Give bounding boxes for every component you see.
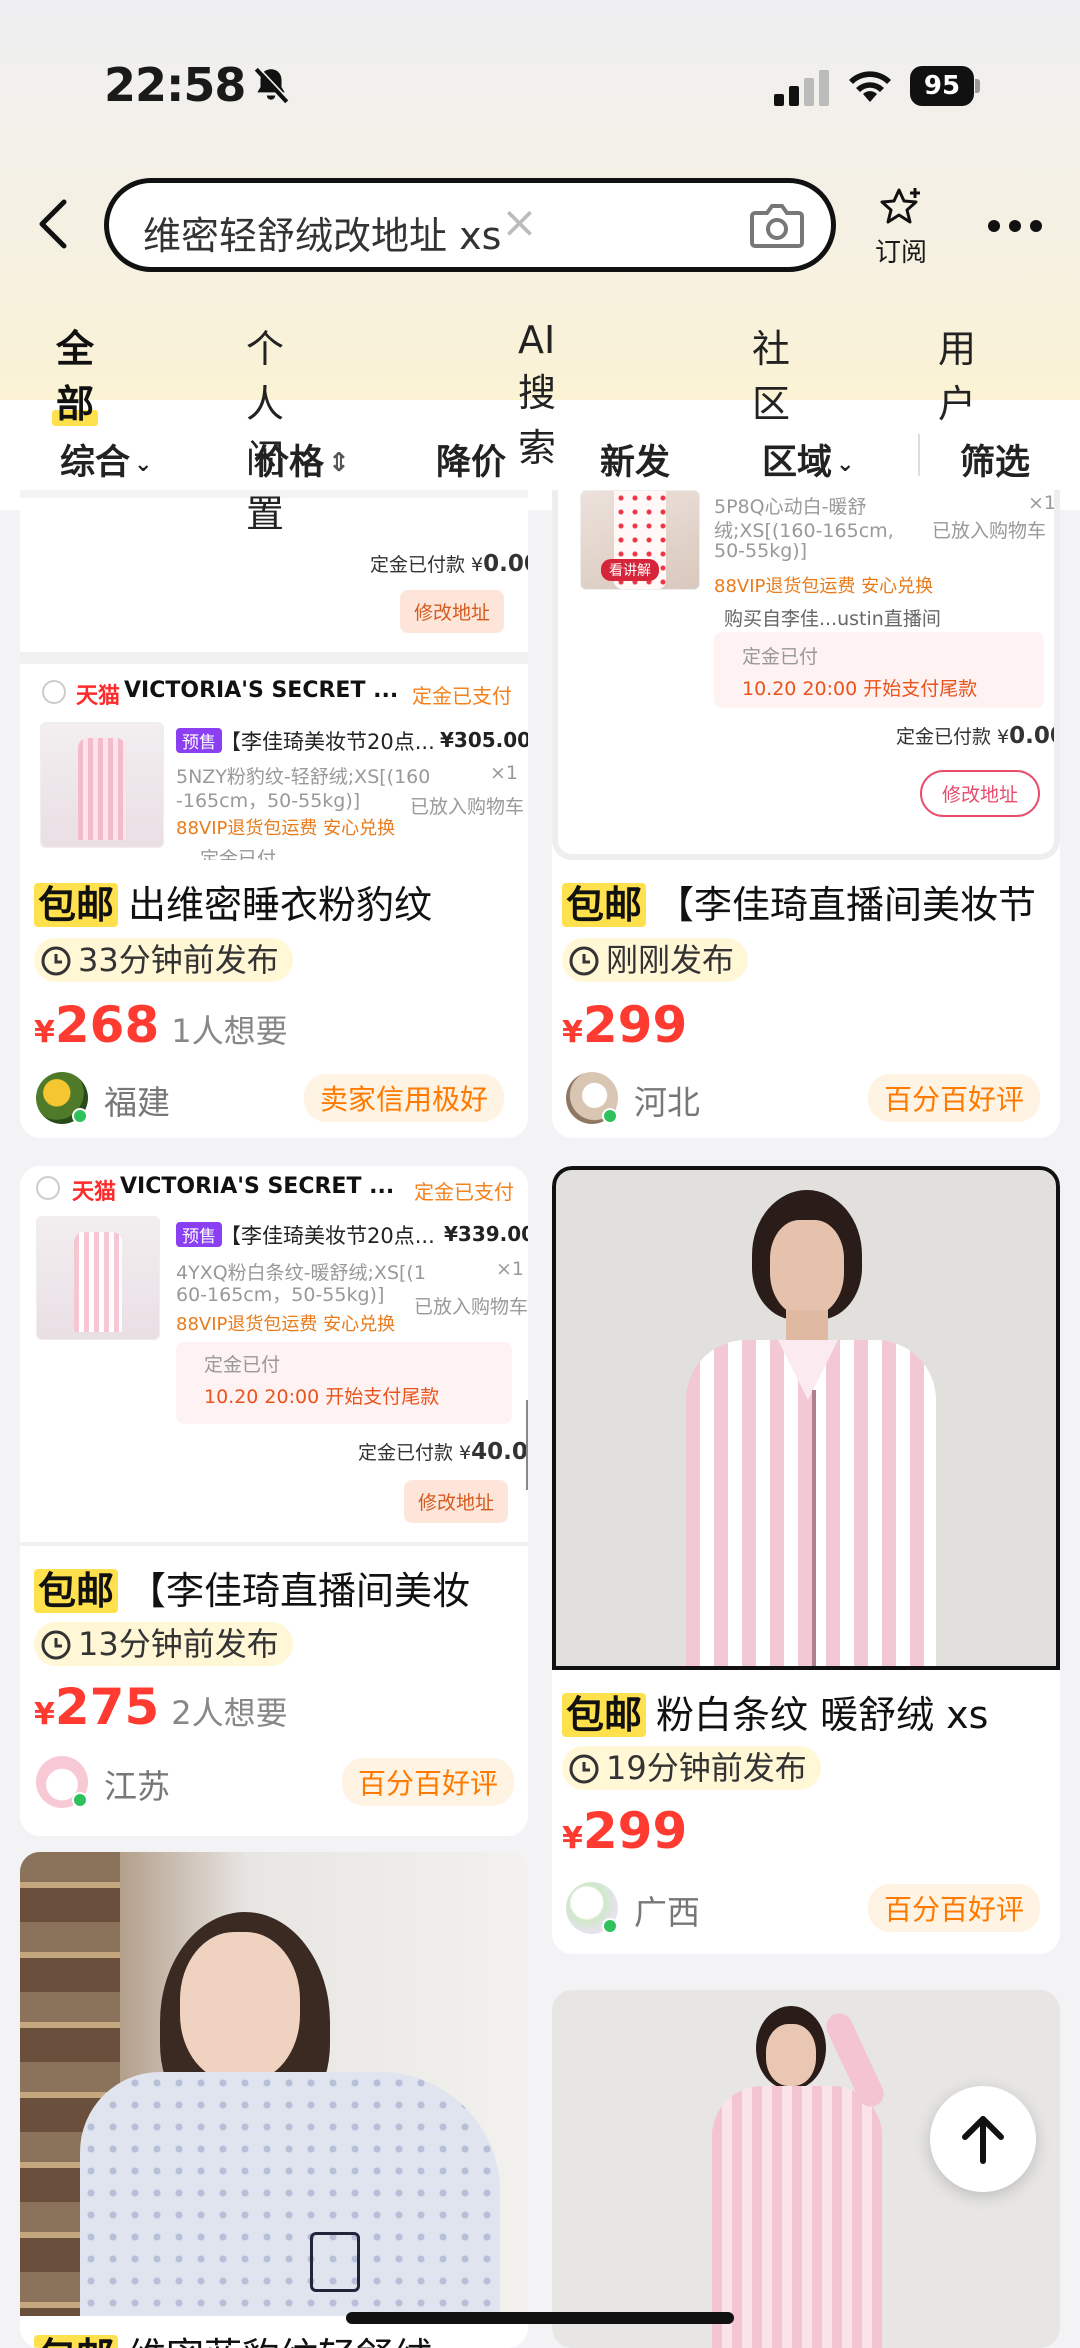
listing-title: 包邮维密蓝豹纹轻舒绒 bbox=[34, 2326, 524, 2348]
home-indicator[interactable] bbox=[346, 2312, 734, 2324]
clock-icon bbox=[569, 946, 599, 976]
cell-signal-icon bbox=[774, 70, 829, 106]
more-icon[interactable] bbox=[986, 218, 1044, 234]
search-query[interactable]: 维密轻舒绒改地址 xs bbox=[143, 205, 501, 260]
status-time: 22:58 bbox=[104, 58, 246, 112]
bell-muted-icon bbox=[254, 66, 290, 104]
listing-card[interactable]: 天猫 VICTORIA'S SECRET ... 定金已支付 预售 【李佳琦美妆… bbox=[20, 1166, 528, 1836]
online-dot bbox=[72, 1792, 88, 1808]
filter-region[interactable]: 区域 ⌄ bbox=[762, 434, 854, 485]
online-dot bbox=[602, 1108, 618, 1124]
back-arrow-icon[interactable] bbox=[34, 196, 74, 252]
listing-title: 包邮 【李佳琦直播间美妆节 bbox=[562, 874, 1056, 929]
scroll-to-top-button[interactable] bbox=[930, 2086, 1036, 2192]
listing-image: 定金已付款 ¥0.00 修改地址 天猫 VICTORIA'S SECRET ..… bbox=[20, 490, 528, 860]
seller-badge: 百分百好评 bbox=[868, 1884, 1041, 1932]
seller-badge: 百分百好评 bbox=[868, 1074, 1041, 1122]
subscribe-label: 订阅 bbox=[874, 238, 927, 268]
listing-title: 包邮 出维密睡衣粉豹纹 bbox=[34, 874, 524, 929]
tab-users[interactable]: 用户 bbox=[938, 318, 976, 428]
clock-icon bbox=[569, 1754, 599, 1784]
listing-time: 13分钟前发布 bbox=[34, 1622, 293, 1666]
battery-indicator: 95 bbox=[910, 66, 980, 106]
online-dot bbox=[72, 1108, 88, 1124]
listing-card[interactable]: 看讲解 5P8Q心动白-暖舒 绒;XS[(160-165cm, 50-55kg)… bbox=[552, 490, 1060, 1138]
seller-region: 河北 bbox=[634, 1083, 700, 1122]
filter-divider bbox=[918, 434, 920, 476]
tab-all[interactable]: 全部 bbox=[51, 318, 99, 428]
listing-price: ¥268 1人想要 bbox=[34, 996, 288, 1054]
filter-price-drop[interactable]: 降价 bbox=[436, 434, 506, 485]
listing-time: 33分钟前发布 bbox=[34, 938, 293, 982]
listing-price: ¥299 bbox=[562, 996, 688, 1054]
listing-time: 刚刚发布 bbox=[562, 938, 749, 982]
order-edit-address: 修改地址 bbox=[920, 770, 1041, 817]
tab-community[interactable]: 社区 bbox=[752, 318, 790, 428]
arrow-up-icon bbox=[962, 2116, 1004, 2164]
wifi-icon bbox=[849, 71, 891, 102]
listing-time: 19分钟前发布 bbox=[562, 1746, 821, 1790]
seller-region: 江苏 bbox=[104, 1767, 170, 1806]
listing-price: ¥299 bbox=[562, 1802, 688, 1860]
battery-level: 95 bbox=[910, 66, 974, 106]
listing-image: 天猫 VICTORIA'S SECRET ... 定金已支付 预售 【李佳琦美妆… bbox=[20, 1166, 528, 1546]
listing-image bbox=[552, 1166, 1060, 1670]
seller-region: 福建 bbox=[104, 1083, 170, 1122]
tab-personal-idle[interactable]: 个人闲置 bbox=[246, 318, 284, 538]
clock-icon bbox=[41, 946, 71, 976]
seller-region: 广西 bbox=[634, 1893, 700, 1932]
listing-title: 包邮 【李佳琦直播间美妆 bbox=[34, 1560, 524, 1615]
listing-card[interactable]: 定金已付款 ¥0.00 修改地址 天猫 VICTORIA'S SECRET ..… bbox=[20, 490, 528, 1138]
filter-screen[interactable]: 筛选 bbox=[960, 434, 1030, 485]
listing-card[interactable]: 包邮 粉白条纹 暖舒绒 xs 19分钟前发布 ¥299 广西 百分百好评 bbox=[552, 1166, 1060, 1954]
tab-ai-search[interactable]: AI 搜索 bbox=[518, 318, 556, 472]
listing-card[interactable]: 包邮维密蓝豹纹轻舒绒 bbox=[20, 1852, 528, 2348]
order-edit-address: 修改地址 bbox=[404, 1480, 509, 1523]
seller-badge: 卖家信用极好 bbox=[304, 1074, 505, 1122]
listing-price: ¥275 2人想要 bbox=[34, 1678, 288, 1736]
filter-overall[interactable]: 综合 ⌄ bbox=[60, 434, 152, 485]
filter-new[interactable]: 新发 bbox=[600, 434, 670, 485]
online-dot bbox=[602, 1918, 618, 1934]
listing-image bbox=[20, 1852, 528, 2316]
camera-icon[interactable] bbox=[749, 201, 805, 251]
seller-badge: 百分百好评 bbox=[342, 1758, 515, 1806]
search-input[interactable]: 维密轻舒绒改地址 xs × bbox=[104, 178, 836, 272]
clock-icon bbox=[41, 1630, 71, 1660]
listing-image: 看讲解 5P8Q心动白-暖舒 绒;XS[(160-165cm, 50-55kg)… bbox=[552, 490, 1060, 860]
listing-title: 包邮 粉白条纹 暖舒绒 xs bbox=[562, 1684, 1056, 1739]
order-edit-address: 修改地址 bbox=[400, 590, 505, 633]
subscribe-button[interactable]: 订阅 bbox=[866, 186, 936, 269]
clear-icon[interactable]: × bbox=[501, 197, 538, 248]
star-plus-icon bbox=[880, 188, 920, 224]
